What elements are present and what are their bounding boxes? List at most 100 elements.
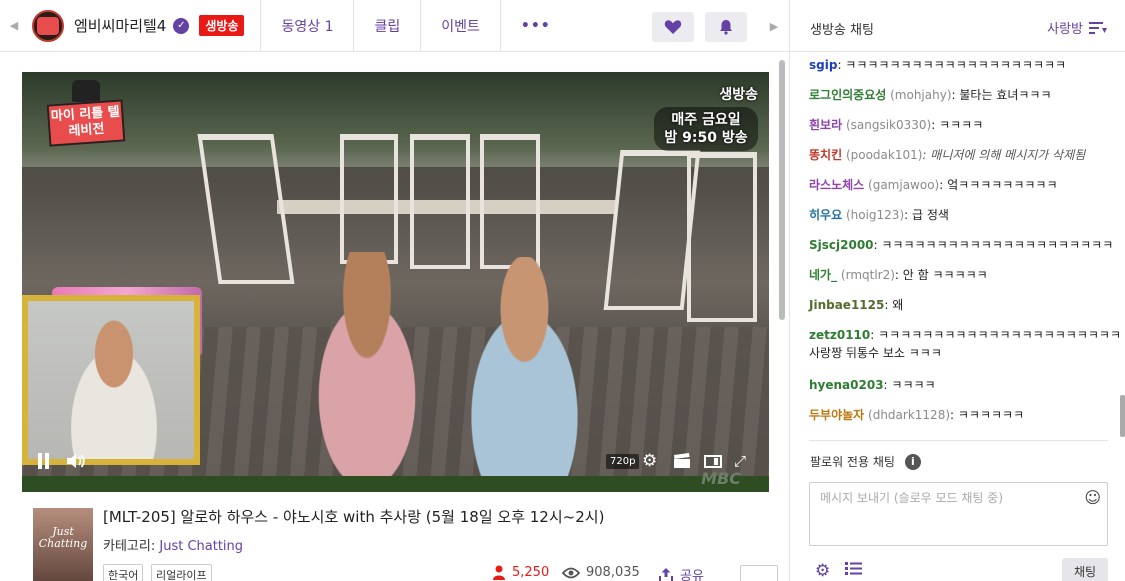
chat-message: sgip: ㅋㅋㅋㅋㅋㅋㅋㅋㅋㅋㅋㅋㅋㅋㅋㅋㅋㅋㅋㅋ [809,56,1066,74]
chat-nick[interactable]: Jinbae1125 [809,298,884,312]
share-button[interactable]: 공유 [658,565,704,581]
video-player[interactable]: 마이 리틀 텔레비전 생방송 매주 금요일 밤 9:50 방송 MBC 720p… [22,72,769,492]
chat-text: : 불타는 효녀ㅋㅋㅋ [951,88,1052,102]
tab-videos[interactable]: 동영상 1 [260,0,353,52]
theater-mode-icon[interactable] [704,454,722,468]
chat-deleted-text: : 매니저에 의해 메시지가 삭제됨 [922,148,1086,162]
eye-icon [562,567,580,578]
program-logo: 마이 리틀 텔레비전 [46,80,128,164]
notification-bell-button[interactable] [705,12,747,42]
quality-badge[interactable]: 720p [606,453,640,469]
chat-nick[interactable]: 흰보라 [809,118,842,132]
category-thumbnail[interactable]: Just Chatting [33,508,93,581]
follower-only-notice: 팔로워 전용 채팅 i [810,453,921,470]
app-root: ◀ 엠비씨마리텔4 ✓ 생방송 동영상 1 클립 이벤트 ••• ▶ 마이 리틀… [0,0,1125,581]
chat-text: : ㅋㅋㅋㅋ [931,118,984,132]
more-tabs-button[interactable]: ••• [499,0,571,52]
chat-user-list-icon[interactable] [845,561,862,580]
chat-user-id: (mohjahy) [890,88,952,102]
chat-nick[interactable]: hyena0203 [809,378,884,392]
tab-events-label: 이벤트 [441,18,480,35]
chat-message: 네가_ (rmqtlr2): 안 함 ㅋㅋㅋㅋㅋ [809,266,988,284]
emoji-icon[interactable]: ☺ [1084,488,1101,507]
follow-heart-button[interactable] [652,12,694,42]
chat-text: : 급 정색 [904,208,949,222]
program-logo-mascot [72,80,100,102]
chat-text: : ㅋㅋㅋㅋ [883,378,936,392]
chat-user-id: (poodak101) [845,148,923,162]
live-overlay-label: 생방송 [719,87,758,103]
settings-gear-icon[interactable]: ⚙ [642,451,657,471]
category-link[interactable]: Just Chatting [159,539,243,554]
sort-list-icon [1089,21,1107,34]
verified-check-icon: ✓ [173,17,190,34]
chat-user-id: (sangsik0330) [845,118,932,132]
clip-clapper-icon[interactable] [673,453,691,469]
chat-message: 흰보라 (sangsik0330): ㅋㅋㅋㅋ [809,116,983,134]
chat-text: : 왜 [884,298,904,312]
schedule-time: 밤 9:50 방송 [664,130,748,146]
chat-message: Sjscj2000: ㅋㅋㅋㅋㅋㅋㅋㅋㅋㅋㅋㅋㅋㅋㅋㅋㅋㅋㅋㅋㅋ [809,236,1113,254]
tab-clips[interactable]: 클립 [353,0,420,52]
chat-nick[interactable]: 똥치킨 [809,148,842,162]
scroll-right-arrow-icon[interactable]: ▶ [760,0,788,52]
channel-avatar-image [37,16,59,35]
tag-real-life[interactable]: 리얼라이프 [151,564,212,581]
chat-settings-gear-icon[interactable]: ⚙ [815,561,830,581]
panel-divider [789,0,790,581]
chat-nick[interactable]: 로그인의중요성 [809,88,886,102]
info-icon[interactable]: i [904,453,921,470]
schedule-box: 매주 금요일 밤 9:50 방송 [654,107,758,151]
chat-nick[interactable]: zetz0110 [809,328,870,342]
follower-only-label: 팔로워 전용 채팅 [810,455,895,469]
live-badge: 생방송 [199,15,245,36]
more-dots-icon: ••• [520,17,551,34]
tab-events[interactable]: 이벤트 [420,0,500,52]
pip-man [54,319,174,459]
scroll-left-arrow-icon[interactable]: ◀ [0,0,28,52]
chat-text: : ㅋㅋㅋㅋㅋㅋㅋㅋㅋㅋㅋㅋㅋㅋㅋㅋㅋㅋㅋㅋㅋ [873,238,1114,252]
chat-text: : ㅋㅋㅋㅋㅋㅋ [950,408,1025,422]
chat-message: Jinbae1125: 왜 [809,296,903,314]
chat-nick[interactable]: Sjscj2000 [809,238,874,252]
pause-button[interactable] [38,453,52,469]
more-options-button[interactable] [740,565,778,581]
tag-language[interactable]: 한국어 [103,564,144,581]
pause-icon [38,453,42,469]
video-chair [603,150,701,310]
main-scrollbar[interactable] [779,60,785,320]
share-icon [659,567,673,581]
volume-button[interactable] [66,453,86,469]
share-label: 공유 [680,569,704,581]
chat-message: zetz0110: ㅋㅋㅋㅋㅋㅋㅋㅋㅋㅋㅋㅋㅋㅋㅋㅋㅋㅋㅋㅋㅋㅋ 사랑짱 뒤통수… [809,326,1121,362]
fullscreen-icon[interactable]: ⤢ [734,452,746,470]
chat-send-button[interactable]: 채팅 [1062,558,1108,581]
video-chair [410,134,470,269]
channel-avatar[interactable] [32,9,64,42]
video-chair [340,134,398,264]
chat-text: : 안 함 ㅋㅋㅋㅋㅋ [894,268,988,282]
chat-nick[interactable]: 히우요 [809,208,842,222]
person-icon [493,565,505,580]
heart-icon [664,20,682,34]
chat-nick[interactable]: 라스노체스 [809,178,864,192]
chat-room-selector[interactable]: 사랑방 [1047,18,1107,37]
chat-separator [809,440,1108,441]
chat-text: : ㅋㅋㅋㅋㅋㅋㅋㅋㅋㅋㅋㅋㅋㅋㅋㅋㅋㅋㅋㅋㅋㅋ [870,328,1121,342]
video-chair [687,152,757,322]
chat-nick[interactable]: sgip [809,58,837,72]
video-chair [480,134,540,269]
chat-scrollbar[interactable] [1120,395,1125,437]
clapperboard-icon [674,453,690,468]
chat-message: 똥치킨 (poodak101): 매니저에 의해 메시지가 삭제됨 [809,146,1085,164]
pause-icon [45,453,49,469]
program-logo-text: 마이 리틀 텔레비전 [46,99,126,147]
schedule-day: 매주 금요일 [671,112,741,128]
chat-nick[interactable]: 두부야놀자 [809,408,864,422]
chat-nick[interactable]: 네가_ [809,268,837,282]
chat-input-box: ☺ [809,482,1108,546]
channel-name[interactable]: 엠비씨마리텔4 [74,15,166,36]
viewer-count: 5,250 [492,565,549,580]
view-count: 908,035 [562,565,640,580]
chat-message-input[interactable] [810,483,1070,539]
